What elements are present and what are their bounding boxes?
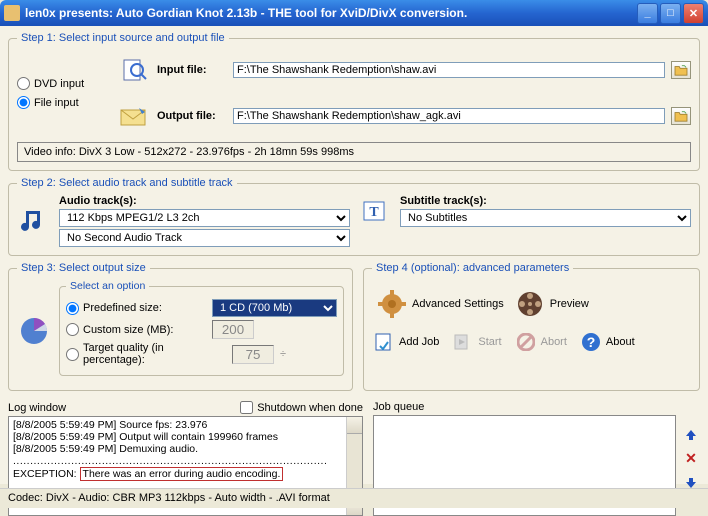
select-option-legend: Select an option bbox=[66, 280, 149, 292]
step3-legend: Step 3: Select output size bbox=[17, 262, 150, 274]
subtitle-tracks-label: Subtitle track(s): bbox=[400, 195, 691, 207]
play-icon bbox=[453, 332, 473, 352]
search-file-icon bbox=[117, 53, 151, 87]
stop-icon bbox=[516, 332, 536, 352]
target-quality-field[interactable] bbox=[232, 345, 274, 364]
file-input-label: File input bbox=[34, 97, 79, 109]
gear-icon bbox=[378, 290, 406, 318]
browse-input-button[interactable] bbox=[671, 61, 691, 79]
dvd-input-label: DVD input bbox=[34, 78, 84, 90]
shutdown-label: Shutdown when done bbox=[257, 402, 363, 414]
file-input-radio[interactable]: File input bbox=[17, 96, 107, 109]
window-title: len0x presents: Auto Gordian Knot 2.13b … bbox=[25, 6, 635, 20]
predefined-size-radio[interactable]: Predefined size: bbox=[66, 302, 206, 315]
music-note-icon bbox=[17, 204, 51, 238]
dvd-input-radio[interactable]: DVD input bbox=[17, 77, 107, 90]
add-job-label: Add Job bbox=[399, 336, 439, 348]
preview-label: Preview bbox=[550, 298, 589, 310]
log-line: [8/8/2005 5:59:49 PM] Output will contai… bbox=[13, 431, 358, 443]
close-button[interactable]: ✕ bbox=[683, 3, 704, 24]
log-exception-line: EXCEPTION: There was an error during aud… bbox=[13, 467, 358, 481]
audio-track1-select[interactable]: 112 Kbps MPEG1/2 L3 2ch bbox=[59, 209, 350, 227]
svg-text:T: T bbox=[369, 205, 379, 220]
exception-message: There was an error during audio encoding… bbox=[80, 467, 284, 481]
about-label: About bbox=[606, 336, 635, 348]
custom-size-field[interactable] bbox=[212, 320, 254, 339]
input-file-label: Input file: bbox=[157, 64, 227, 76]
input-file-field[interactable] bbox=[233, 62, 665, 78]
window-content: Step 1: Select input source and output f… bbox=[0, 26, 708, 484]
predefined-size-select[interactable]: 1 CD (700 Mb) bbox=[212, 299, 337, 317]
step4-legend: Step 4 (optional): advanced parameters bbox=[372, 262, 573, 274]
preview-button[interactable]: Preview bbox=[516, 290, 589, 318]
add-job-icon bbox=[374, 332, 394, 352]
step4-group: Step 4 (optional): advanced parameters A… bbox=[363, 262, 700, 391]
titlebar: len0x presents: Auto Gordian Knot 2.13b … bbox=[0, 0, 708, 26]
output-file-label: Output file: bbox=[157, 110, 227, 122]
audio-tracks-label: Audio track(s): bbox=[59, 195, 350, 207]
audio-track2-select[interactable]: No Second Audio Track bbox=[59, 229, 350, 247]
step2-group: Step 2: Select audio track and subtitle … bbox=[8, 177, 700, 256]
log-line: [8/8/2005 5:59:49 PM] Source fps: 23.976 bbox=[13, 419, 358, 431]
start-label: Start bbox=[478, 336, 501, 348]
browse-output-button[interactable] bbox=[671, 107, 691, 125]
delete-job-button[interactable]: ✕ bbox=[682, 450, 700, 468]
envelope-icon bbox=[117, 99, 151, 133]
step1-group: Step 1: Select input source and output f… bbox=[8, 32, 700, 171]
pie-chart-icon bbox=[17, 314, 51, 348]
step2-legend: Step 2: Select audio track and subtitle … bbox=[17, 177, 237, 189]
status-bar: Codec: DivX - Audio: CBR MP3 112kbps - A… bbox=[0, 488, 708, 508]
step3-group: Step 3: Select output size Select an opt… bbox=[8, 262, 353, 391]
exception-label: EXCEPTION: bbox=[13, 468, 77, 480]
abort-button[interactable]: Abort bbox=[516, 332, 567, 352]
minimize-button[interactable]: _ bbox=[637, 3, 658, 24]
output-file-field[interactable] bbox=[233, 108, 665, 124]
app-icon bbox=[4, 5, 20, 21]
custom-size-radio[interactable]: Custom size (MB): bbox=[66, 323, 206, 336]
log-line: [8/8/2005 5:59:49 PM] Demuxing audio. bbox=[13, 443, 358, 455]
log-window-label: Log window bbox=[8, 402, 66, 414]
subtitle-icon: T bbox=[358, 195, 392, 229]
target-quality-radio[interactable]: Target quality (in percentage): bbox=[66, 342, 226, 366]
help-icon: ? bbox=[581, 332, 601, 352]
add-job-button[interactable]: Add Job bbox=[374, 332, 439, 352]
film-reel-icon bbox=[516, 290, 544, 318]
predefined-size-label: Predefined size: bbox=[83, 302, 162, 314]
about-button[interactable]: ? About bbox=[581, 332, 635, 352]
abort-label: Abort bbox=[541, 336, 567, 348]
target-quality-label: Target quality (in percentage): bbox=[83, 342, 226, 366]
video-info-box: Video info: DivX 3 Low - 512x272 - 23.97… bbox=[17, 142, 691, 162]
start-button[interactable]: Start bbox=[453, 332, 501, 352]
advanced-settings-button[interactable]: Advanced Settings bbox=[378, 290, 504, 318]
step1-legend: Step 1: Select input source and output f… bbox=[17, 32, 229, 44]
svg-text:?: ? bbox=[587, 334, 596, 350]
move-up-button[interactable] bbox=[682, 426, 700, 444]
subtitle-track-select[interactable]: No Subtitles bbox=[400, 209, 691, 227]
maximize-button[interactable]: □ bbox=[660, 3, 681, 24]
job-queue-label: Job queue bbox=[373, 401, 676, 413]
advanced-settings-label: Advanced Settings bbox=[412, 298, 504, 310]
shutdown-checkbox[interactable]: Shutdown when done bbox=[240, 401, 363, 414]
log-dashes: ........................................… bbox=[13, 455, 358, 467]
custom-size-label: Custom size (MB): bbox=[83, 324, 173, 336]
